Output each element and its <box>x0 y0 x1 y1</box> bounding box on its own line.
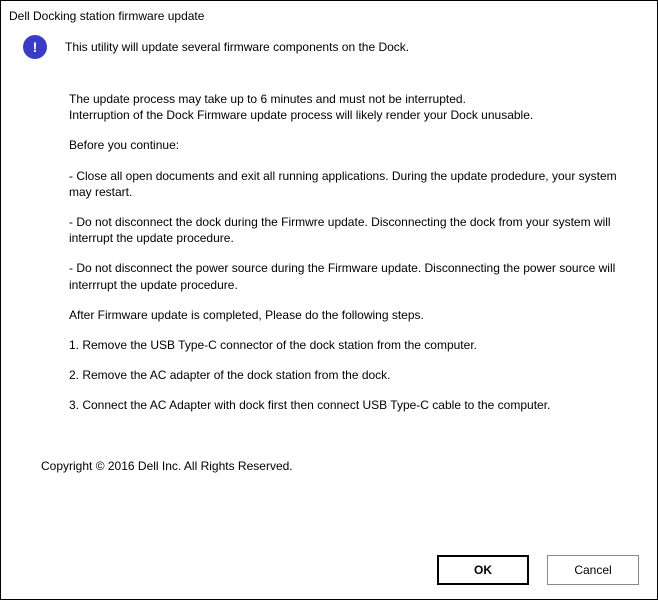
body-text-line: - Do not disconnect the dock during the … <box>69 214 639 246</box>
info-icon: ! <box>23 35 47 59</box>
body-text-line: Before you continue: <box>69 137 639 153</box>
body-text-line: 1. Remove the USB Type-C connector of th… <box>69 337 639 353</box>
ok-button[interactable]: OK <box>437 555 529 585</box>
body-text-line: - Close all open documents and exit all … <box>69 168 639 200</box>
body-text-line: 3. Connect the AC Adapter with dock firs… <box>69 397 639 413</box>
body-text-line: After Firmware update is completed, Plea… <box>69 307 639 323</box>
body-text-line: Interruption of the Dock Firmware update… <box>69 107 639 123</box>
dialog-body: The update process may take up to 6 minu… <box>1 59 657 413</box>
dialog-header-row: ! This utility will update several firmw… <box>1 29 657 59</box>
dialog-title: Dell Docking station firmware update <box>1 9 657 29</box>
copyright-text: Copyright © 2016 Dell Inc. All Rights Re… <box>1 427 657 473</box>
body-text-line: The update process may take up to 6 minu… <box>69 91 639 107</box>
button-row: OK Cancel <box>437 555 639 585</box>
cancel-button[interactable]: Cancel <box>547 555 639 585</box>
dialog-header-text: This utility will update several firmwar… <box>47 40 409 54</box>
body-text-line: - Do not disconnect the power source dur… <box>69 260 639 292</box>
body-text-line: 2. Remove the AC adapter of the dock sta… <box>69 367 639 383</box>
firmware-update-dialog: Dell Docking station firmware update ! T… <box>0 0 658 600</box>
